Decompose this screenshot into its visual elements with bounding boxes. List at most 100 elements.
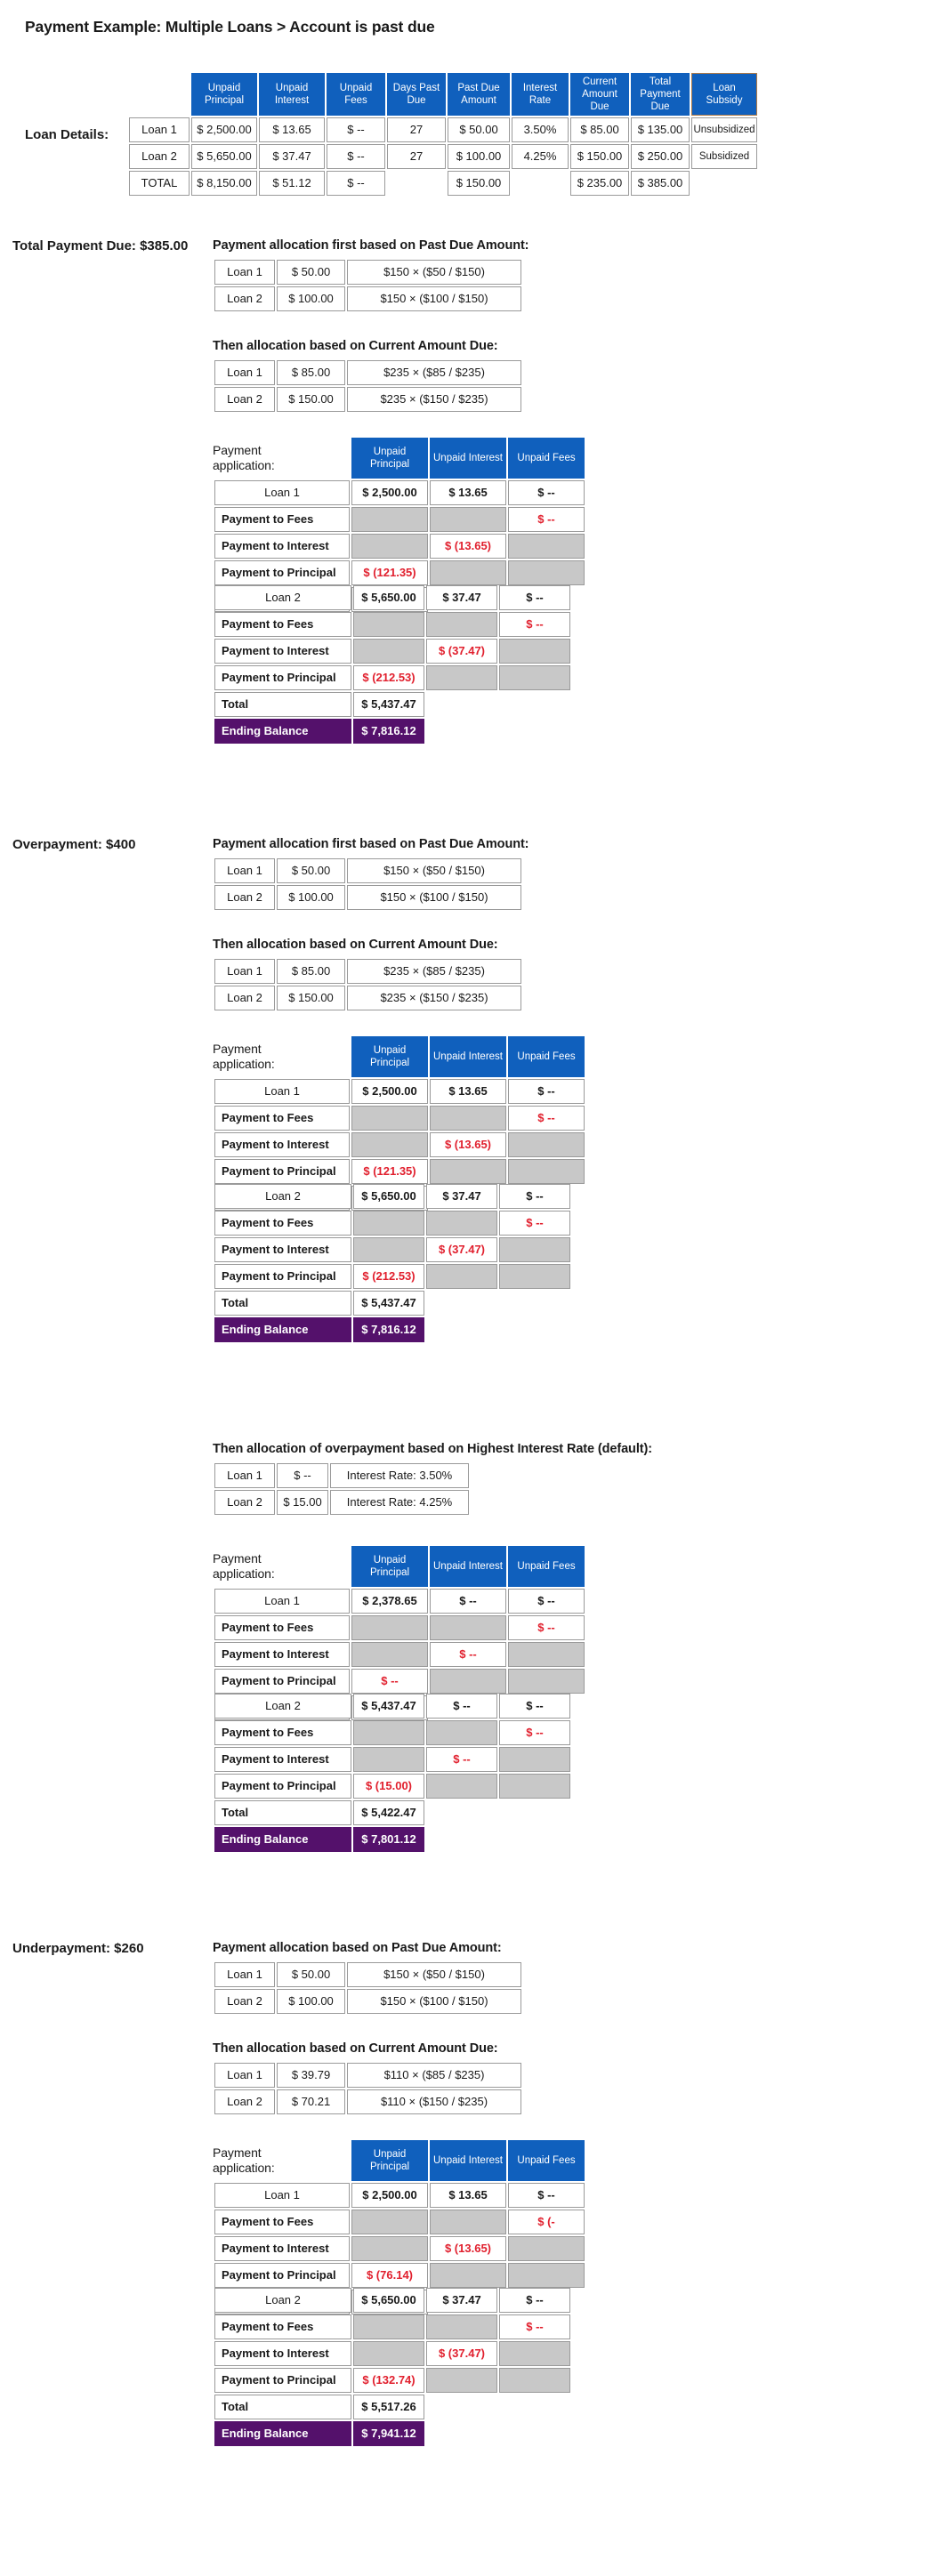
row-label-payment-to-principal: Payment to Principal <box>214 1264 351 1289</box>
row-label-total: TOTAL <box>129 171 190 196</box>
cell-empty <box>426 2395 497 2419</box>
cell-disabled <box>351 1132 428 1157</box>
row-label-total: Total <box>214 2395 351 2419</box>
cell-disabled <box>508 2263 585 2288</box>
loan-label: Loan 1 <box>214 2063 275 2088</box>
cell-payment-to-principal: $ (121.35) <box>351 1159 428 1184</box>
amount-cell: $ 15.00 <box>277 1490 328 1515</box>
col-unpaid-fees: Unpaid Fees <box>508 438 585 479</box>
col-days-past-due: Days Past Due <box>387 73 446 116</box>
row-label-payment-to-fees: Payment to Fees <box>214 1720 351 1745</box>
row-label-payment-to-fees: Payment to Fees <box>214 612 351 637</box>
cell-start-principal: $ 2,500.00 <box>351 2183 428 2208</box>
cell-total-payment-due: $ 135.00 <box>631 117 690 142</box>
cell-start-principal: $ 2,500.00 <box>351 480 428 505</box>
row-label-payment-to-interest: Payment to Interest <box>214 1747 351 1772</box>
table-row: Payment to Principal $ (121.35) <box>214 560 585 585</box>
table-row: Loan 1 $ 2,500.00 $ 13.65 $ -- 27 $ 50.0… <box>129 117 757 142</box>
amount-cell: $ 85.00 <box>277 959 345 984</box>
table-row: Loan 2 $ 100.00 $150 × ($100 / $150) <box>214 1989 521 2014</box>
section2-payment-application-b-loan2: Loan 2 $ 5,437.47 $ -- $ -- Payment to F… <box>213 1692 572 1854</box>
cell-payment-to-fees: $ -- <box>499 1211 570 1236</box>
table-row: Loan 2 $ 100.00 $150 × ($100 / $150) <box>214 885 521 910</box>
col-unpaid-interest: Unpaid Interest <box>430 1546 506 1587</box>
formula-cell: $235 × ($150 / $235) <box>347 387 521 412</box>
caption-spacer <box>214 1546 350 1587</box>
table-row: Total $ 5,437.47 <box>214 1291 570 1316</box>
cell-disabled <box>430 2263 506 2288</box>
cell-payment-to-fees: $ -- <box>508 1615 585 1640</box>
table-row: Payment to Interest $ (13.65) <box>214 2236 585 2261</box>
row-label-ending-balance: Ending Balance <box>214 1827 351 1852</box>
cell-disabled <box>508 560 585 585</box>
cell-start-fees: $ -- <box>508 1589 585 1614</box>
cell-disabled <box>353 2314 424 2339</box>
loan-label: Loan 1 <box>214 480 350 505</box>
row-label-total: Total <box>214 1291 351 1316</box>
cell-disabled <box>508 1132 585 1157</box>
cell-disabled <box>353 1211 424 1236</box>
section1-heading-current: Then allocation based on Current Amount … <box>213 339 498 353</box>
cell-empty <box>499 1800 570 1825</box>
row-label-payment-to-fees: Payment to Fees <box>214 507 350 532</box>
row-label-loan1: Loan 1 <box>129 117 190 142</box>
table-row-ending-balance: Ending Balance $ 7,816.12 <box>214 1317 570 1342</box>
section2-heading-current: Then allocation based on Current Amount … <box>213 938 498 952</box>
table-row: Payment to Principal $ (212.53) <box>214 1264 570 1289</box>
cell-payment-to-interest: $ -- <box>426 1747 497 1772</box>
cell-disabled <box>351 2210 428 2234</box>
cell-unpaid-fees: $ -- <box>327 117 385 142</box>
cell-disabled <box>430 1615 506 1640</box>
cell-start-principal: $ 2,378.65 <box>351 1589 428 1614</box>
cell-unpaid-fees: $ -- <box>327 144 385 169</box>
table-row: Payment to Interest $ -- <box>214 1642 585 1667</box>
row-label-payment-to-interest: Payment to Interest <box>214 2236 350 2261</box>
table-row: Loan 1 $ 85.00 $235 × ($85 / $235) <box>214 959 521 984</box>
cell-start-interest: $ 37.47 <box>426 2288 497 2313</box>
cell-disabled <box>353 1237 424 1262</box>
section3-payment-application-loan2: Loan 2 $ 5,650.00 $ 37.47 $ -- Payment t… <box>213 2286 572 2448</box>
table-row: Payment to Principal $ (212.53) <box>214 665 570 690</box>
cell-days-past-due: 27 <box>387 144 446 169</box>
loan-label: Loan 2 <box>214 585 351 610</box>
cell-empty <box>499 1827 570 1852</box>
cell-payment-to-fees: $ -- <box>499 1720 570 1745</box>
table-row: Loan 2 $ 150.00 $235 × ($150 / $235) <box>214 986 521 1010</box>
section1-payment-application-loan2: Loan 2 $ 5,650.00 $ 37.47 $ -- Payment t… <box>213 584 572 745</box>
caption-spacer <box>214 1036 350 1077</box>
cell-payment-to-fees: $ -- <box>508 507 585 532</box>
table-row: Loan 2 $ 70.21 $110 × ($150 / $235) <box>214 2089 521 2114</box>
formula-cell: $235 × ($85 / $235) <box>347 360 521 385</box>
table-row: Loan 1 $ -- Interest Rate: 3.50% <box>214 1463 469 1488</box>
section1-current-due-table: Loan 1 $ 85.00 $235 × ($85 / $235) Loan … <box>213 358 523 414</box>
table-row: Loan 1 $ 85.00 $235 × ($85 / $235) <box>214 360 521 385</box>
section1-past-due-table: Loan 1 $ 50.00 $150 × ($50 / $150) Loan … <box>213 258 523 313</box>
section3-past-due-table: Loan 1 $ 50.00 $150 × ($50 / $150) Loan … <box>213 1960 523 2016</box>
cell-disabled <box>353 639 424 664</box>
table-row: Payment to Principal $ (132.74) <box>214 2368 570 2393</box>
cell-disabled <box>351 2236 428 2261</box>
cell-disabled <box>508 1159 585 1184</box>
row-label-total: Total <box>214 1800 351 1825</box>
cell-unpaid-principal: $ 8,150.00 <box>191 171 257 196</box>
amount-cell: $ 150.00 <box>277 986 345 1010</box>
cell-total: $ 5,422.47 <box>353 1800 424 1825</box>
row-label-payment-to-fees: Payment to Fees <box>214 1615 350 1640</box>
loan-label: Loan 1 <box>214 2183 350 2208</box>
section1-heading-past-due: Payment allocation first based on Past D… <box>213 238 529 253</box>
cell-start-interest: $ 13.65 <box>430 480 506 505</box>
cell-ending-balance: $ 7,801.12 <box>353 1827 424 1852</box>
cell-empty <box>499 2395 570 2419</box>
col-unpaid-principal: Unpaid Principal <box>351 1036 428 1077</box>
cell-disabled <box>430 560 506 585</box>
table-row: Payment to Principal $ (15.00) <box>214 1774 570 1799</box>
cell-disabled <box>499 1774 570 1799</box>
loan-details-table: Unpaid Principal Unpaid Interest Unpaid … <box>127 71 759 197</box>
section1-label: Total Payment Due: $385.00 <box>12 238 189 254</box>
cell-payment-to-fees: $ -- <box>499 2314 570 2339</box>
cell-payment-to-principal: $ (76.14) <box>351 2263 428 2288</box>
cell-start-interest: $ 37.47 <box>426 1184 497 1209</box>
section2-overpayment-table: Loan 1 $ -- Interest Rate: 3.50% Loan 2 … <box>213 1461 471 1517</box>
interest-rate-cell: Interest Rate: 4.25% <box>330 1490 469 1515</box>
section2-label: Overpayment: $400 <box>12 837 136 852</box>
